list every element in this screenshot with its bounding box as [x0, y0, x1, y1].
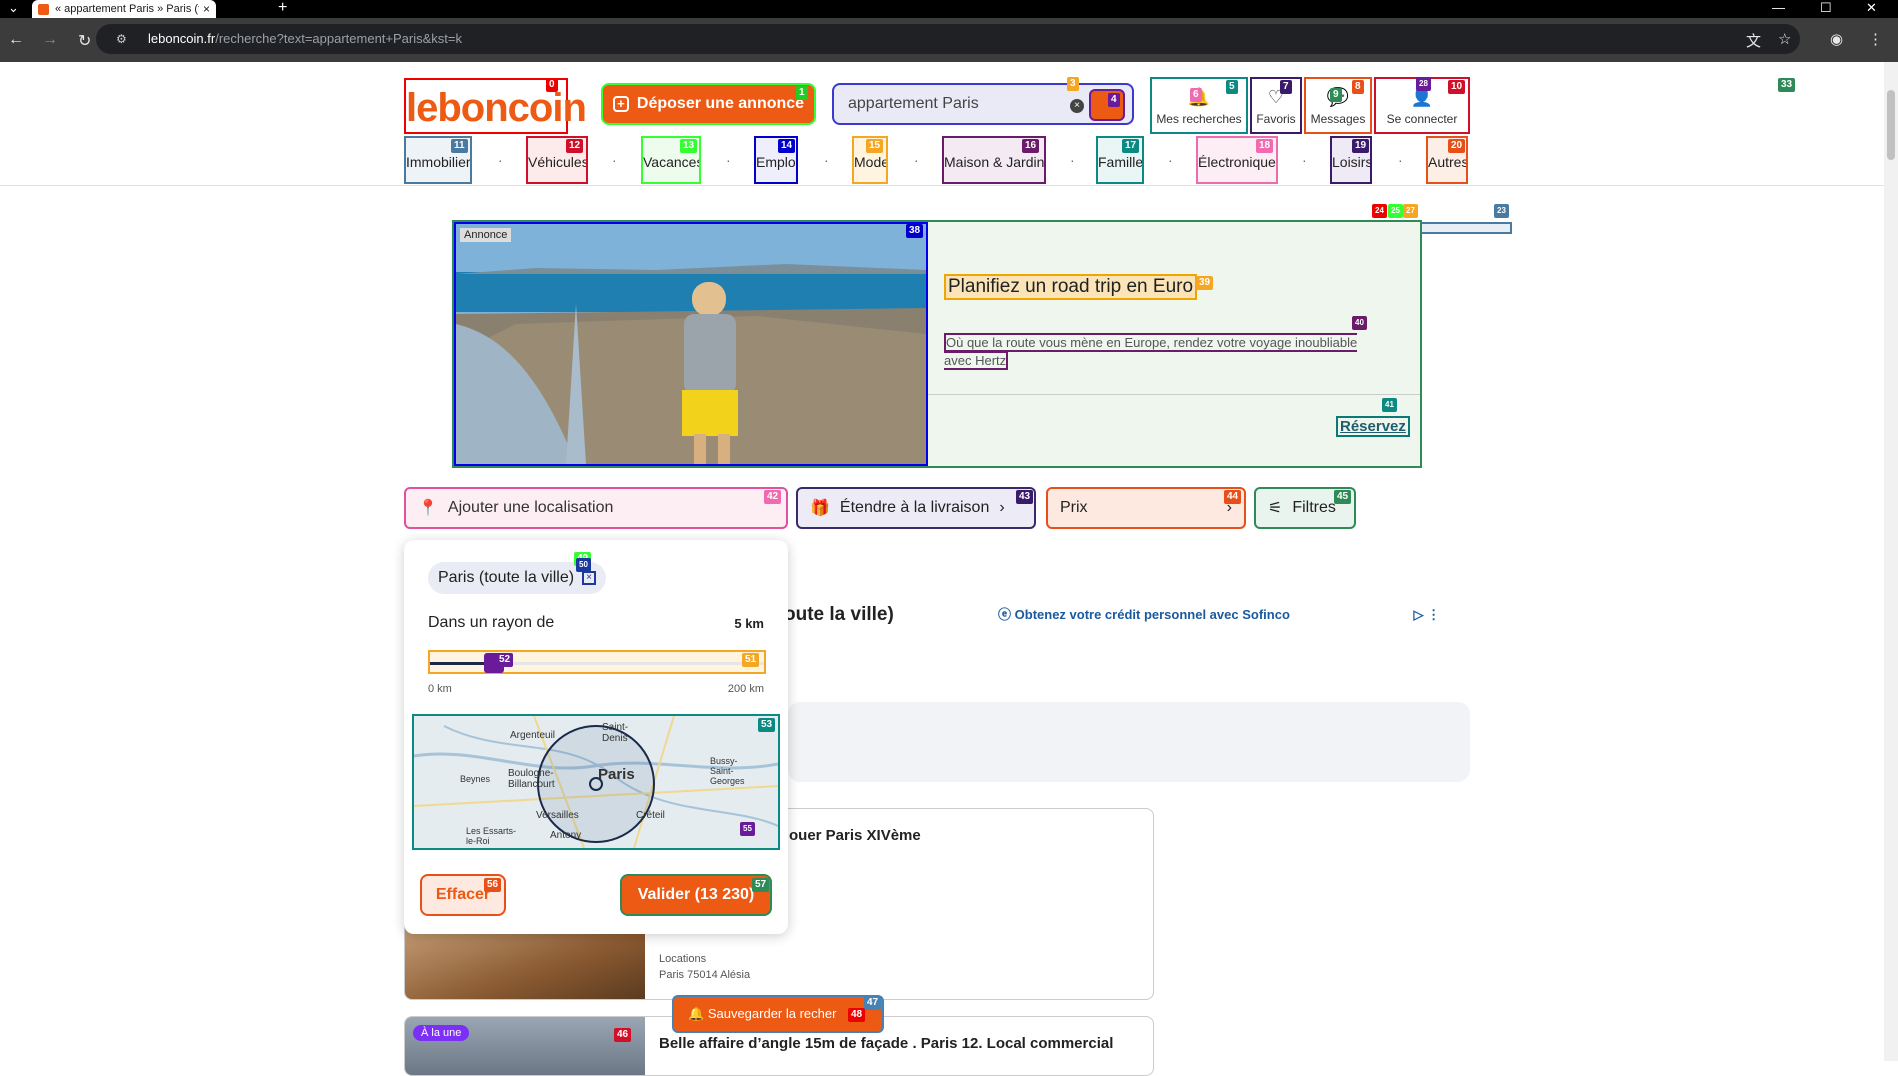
- sofinco-ad-link[interactable]: ⓔ Obtenez votre crédit personnel avec So…: [998, 604, 1440, 623]
- favorites-label: Favoris: [1256, 112, 1296, 126]
- clear-search-icon[interactable]: ×: [1070, 99, 1084, 113]
- ad-title[interactable]: Planifiez un road trip en Euro: [944, 274, 1198, 300]
- close-window-icon[interactable]: ✕: [1866, 0, 1877, 16]
- location-map[interactable]: Argenteuil Saint-Denis Paris Boulogne-Bi…: [412, 714, 780, 850]
- ad-choices-icon[interactable]: ▷ ⋮: [1414, 607, 1441, 622]
- ad-image[interactable]: Annonce: [454, 222, 928, 466]
- tab-list-icon[interactable]: ⌄: [8, 0, 19, 16]
- plus-icon: +: [612, 96, 629, 112]
- close-tab-icon[interactable]: ×: [203, 2, 210, 16]
- deposit-ad-button[interactable]: + Déposer une annonce: [601, 83, 816, 125]
- save-search-label: Sauvegarder la recher: [707, 1006, 837, 1021]
- results-title: oute la ville): [784, 604, 894, 625]
- minimize-icon[interactable]: —: [1772, 0, 1785, 16]
- location-chip-label: Paris (toute la ville): [438, 569, 575, 586]
- location-popover: Paris (toute la ville) × 49 50 Dans un r…: [404, 540, 788, 934]
- scrollbar-thumb[interactable]: [1887, 90, 1895, 160]
- tab-title: « appartement Paris » Paris (tou: [55, 3, 199, 15]
- favicon-icon: [38, 3, 49, 15]
- radius-slider[interactable]: [428, 650, 766, 674]
- translate-icon[interactable]: 文: [1746, 30, 1761, 51]
- maximize-icon[interactable]: ☐: [1820, 0, 1832, 16]
- price-filter-label: Prix: [1060, 499, 1088, 516]
- delivery-filter-button[interactable]: 🎁 Étendre à la livraison ›: [796, 487, 1036, 529]
- remove-location-icon[interactable]: ×: [582, 571, 597, 585]
- price-filter-button[interactable]: Prix ›: [1046, 487, 1246, 529]
- ad-divider: [928, 394, 1420, 395]
- back-icon[interactable]: ←: [8, 31, 24, 49]
- placeholder-block: [788, 702, 1470, 782]
- slider-max-label: 200 km: [727, 683, 764, 695]
- radius-value: 5 km: [734, 616, 764, 631]
- ad-tag: Annonce: [460, 228, 512, 242]
- search-button[interactable]: [1089, 89, 1125, 121]
- messages-label: Messages: [1310, 112, 1366, 126]
- browser-tab[interactable]: « appartement Paris » Paris (tou ×: [32, 0, 216, 18]
- location-filter-label: Ajouter une localisation: [447, 499, 614, 516]
- listing-category: Locations: [659, 953, 707, 965]
- saved-searches-label: Mes recherches: [1156, 112, 1242, 126]
- site-info-icon[interactable]: ⚙: [116, 24, 127, 54]
- ad-cta-button[interactable]: Réservez: [1336, 416, 1410, 437]
- menu-icon[interactable]: ⋮: [1868, 30, 1883, 48]
- gift-box-icon: 🎁: [810, 500, 830, 517]
- new-tab-icon[interactable]: +: [278, 0, 287, 16]
- browser-toolbar: ← → ↻ ⚙ leboncoin.fr/recherche?text=appa…: [0, 18, 1898, 62]
- location-pin-icon: 📍: [418, 500, 438, 517]
- bell-icon: 🔔: [688, 1006, 705, 1021]
- favorites-button[interactable]: ♡ Favoris: [1250, 77, 1302, 134]
- bookmark-star-icon[interactable]: ☆: [1778, 30, 1791, 48]
- chevron-right-icon: ›: [999, 499, 1005, 516]
- listing-title[interactable]: ouer Paris XIVème: [789, 827, 921, 844]
- url-path: /recherche?text=appartement+Paris&kst=k: [215, 31, 462, 46]
- ad-description[interactable]: Où que la route vous mène en Europe, ren…: [944, 333, 1374, 370]
- location-filter-button[interactable]: 📍 Ajouter une localisation: [404, 487, 788, 529]
- slider-min-label: 0 km: [428, 683, 452, 695]
- url-host: leboncoin.fr: [148, 31, 216, 46]
- address-bar[interactable]: ⚙ leboncoin.fr/recherche?text=appartemen…: [96, 24, 1800, 54]
- listing-location: Paris 75014 Alésia: [659, 969, 751, 981]
- search-input[interactable]: [848, 85, 1078, 123]
- all-filters-label: Filtres: [1292, 499, 1336, 516]
- info-icon: ⓔ: [998, 607, 1012, 622]
- browser-tabbar: ⌄ « appartement Paris » Paris (tou × + —…: [0, 0, 1898, 18]
- leboncoin-logo[interactable]: leboncoin: [404, 78, 587, 134]
- validate-location-button[interactable]: Valider (13 230): [620, 874, 772, 916]
- profile-icon[interactable]: ◉: [1830, 30, 1843, 48]
- header-divider: [0, 185, 1884, 186]
- forward-icon[interactable]: →: [42, 31, 58, 49]
- category-nav: Immobilier · Véhicules · Vacances · Empl…: [404, 136, 1470, 184]
- reload-icon[interactable]: ↻: [78, 31, 91, 51]
- listing-title[interactable]: Belle affaire d’angle 15m de façade . Pa…: [659, 1035, 1113, 1052]
- login-label: Se connecter: [1386, 112, 1458, 126]
- featured-badge: À la une: [413, 1025, 470, 1041]
- sponsored-ad[interactable]: Annonce 38 Planifiez un road trip en Eur…: [452, 220, 1422, 468]
- search-box: ×: [832, 83, 1134, 125]
- radius-label: Dans un rayon de: [428, 614, 555, 631]
- sliders-icon: ⚟: [1268, 500, 1283, 517]
- delivery-filter-label: Étendre à la livraison: [839, 499, 990, 516]
- page-scrollbar[interactable]: [1884, 62, 1898, 1061]
- deposit-label: Déposer une annonce: [636, 95, 805, 112]
